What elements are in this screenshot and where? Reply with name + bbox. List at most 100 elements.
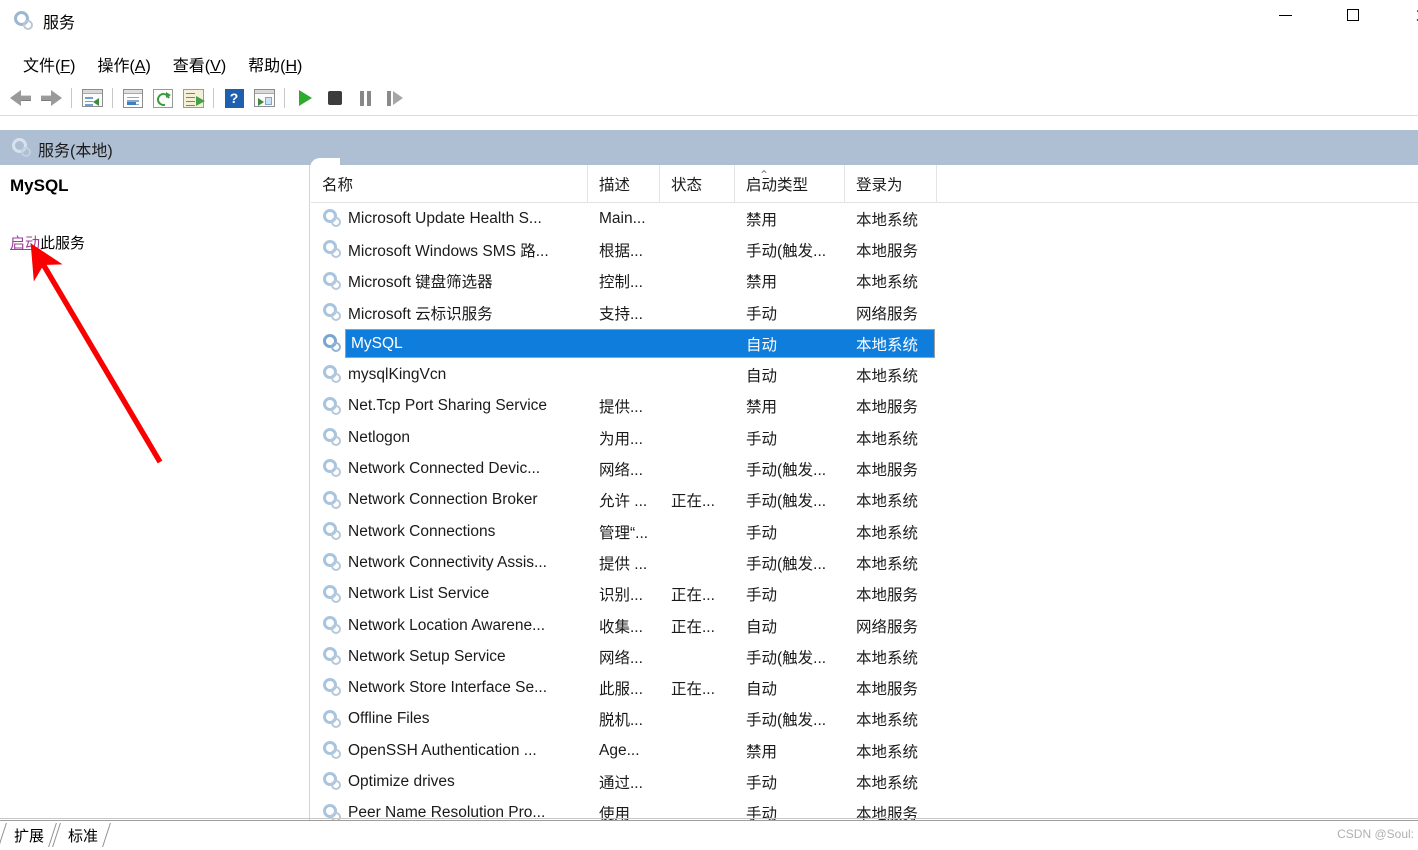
cell-service-name: OpenSSH Authentication ... bbox=[311, 735, 588, 766]
column-header-name[interactable]: 名称 bbox=[311, 165, 588, 202]
cell-description: Age... bbox=[588, 735, 660, 766]
table-row[interactable]: Network Connection Broker允许 ...正在...手动(触… bbox=[311, 485, 1418, 516]
cell-startup-type: 手动 bbox=[735, 297, 845, 328]
cell-startup-type: 手动 bbox=[735, 422, 845, 453]
table-row-selected[interactable]: MySQL 自动本地系统 bbox=[311, 328, 1418, 359]
column-header-status[interactable]: 状态 bbox=[660, 165, 735, 202]
table-row[interactable]: Offline Files脱机...手动(触发...本地系统 bbox=[311, 704, 1418, 735]
cell-startup-type: 手动 bbox=[735, 516, 845, 547]
services-gear-icon bbox=[14, 11, 34, 31]
menu-item-view[interactable]: 查看(V) bbox=[162, 50, 237, 78]
services-list-body[interactable]: Microsoft Update Health S...Main...禁用本地系… bbox=[311, 203, 1418, 820]
cell-log-on-as: 本地系统 bbox=[845, 516, 937, 547]
cell-status bbox=[660, 266, 735, 297]
cell-service-name: Network List Service bbox=[311, 579, 588, 610]
show-action-pane-icon bbox=[254, 89, 275, 107]
cell-log-on-as: 本地系统 bbox=[845, 547, 937, 578]
table-row[interactable]: Net.Tcp Port Sharing Service提供...禁用本地服务 bbox=[311, 391, 1418, 422]
cell-description: 控制... bbox=[588, 266, 660, 297]
toolbar-separator-2 bbox=[112, 88, 113, 108]
cell-log-on-as: 本地服务 bbox=[845, 798, 937, 820]
cell-log-on-as: 本地系统 bbox=[845, 328, 937, 359]
cell-status bbox=[660, 641, 735, 672]
cell-description: 为用... bbox=[588, 422, 660, 453]
cell-service-name: Network Location Awarene... bbox=[311, 610, 588, 641]
export-list-icon bbox=[183, 89, 204, 108]
table-row[interactable]: Microsoft 键盘筛选器控制...禁用本地系统 bbox=[311, 266, 1418, 297]
cell-description: 使用 bbox=[588, 798, 660, 820]
cell-status bbox=[660, 297, 735, 328]
show-hide-tree-button[interactable] bbox=[77, 84, 107, 112]
column-header-description[interactable]: 描述 bbox=[588, 165, 660, 202]
cell-startup-type: 手动(触发... bbox=[735, 234, 845, 265]
cell-log-on-as: 本地系统 bbox=[845, 422, 937, 453]
service-detail-pane: MySQL 启动此服务 bbox=[0, 165, 310, 820]
table-row[interactable]: Netlogon为用...手动本地系统 bbox=[311, 422, 1418, 453]
cell-status: 正在... bbox=[660, 485, 735, 516]
start-service-link[interactable]: 启动 bbox=[10, 235, 40, 252]
close-button[interactable] bbox=[1398, 0, 1418, 30]
table-row[interactable]: Network List Service识别...正在...手动本地服务 bbox=[311, 579, 1418, 610]
table-row[interactable]: Microsoft Update Health S...Main...禁用本地系… bbox=[311, 203, 1418, 234]
cell-service-name: Microsoft Windows SMS 路... bbox=[311, 234, 588, 265]
window-title: 服务 bbox=[43, 9, 75, 33]
tab-standard[interactable]: 标准 bbox=[54, 821, 108, 849]
table-row[interactable]: Peer Name Resolution Pro...使用 手动本地服务 bbox=[311, 798, 1418, 820]
minimize-button[interactable] bbox=[1262, 0, 1308, 30]
cell-service-name: Microsoft Update Health S... bbox=[311, 203, 588, 234]
help-button[interactable]: ? bbox=[219, 84, 249, 112]
column-header-log-on-as[interactable]: 登录为 bbox=[845, 165, 937, 202]
stop-service-button[interactable] bbox=[320, 84, 350, 112]
watermark-text: CSDN @Soul: bbox=[1337, 827, 1414, 841]
close-icon bbox=[1415, 9, 1418, 22]
table-row[interactable]: Optimize drives通过...手动本地系统 bbox=[311, 766, 1418, 797]
table-row[interactable]: Microsoft 云标识服务支持...手动网络服务 bbox=[311, 297, 1418, 328]
table-row[interactable]: Network Connections管理“...手动本地系统 bbox=[311, 516, 1418, 547]
service-action-suffix: 此服务 bbox=[40, 235, 85, 252]
export-list-button[interactable] bbox=[178, 84, 208, 112]
minimize-icon bbox=[1279, 15, 1292, 16]
cell-startup-type: 手动(触发... bbox=[735, 704, 845, 735]
tab-extended[interactable]: 扩展 bbox=[0, 821, 54, 849]
table-row[interactable]: OpenSSH Authentication ...Age...禁用本地系统 bbox=[311, 735, 1418, 766]
cell-service-name: Network Connectivity Assis... bbox=[311, 547, 588, 578]
cell-startup-type: 自动 bbox=[735, 328, 845, 359]
menu-item-help[interactable]: 帮助(H) bbox=[237, 50, 313, 78]
restart-service-button[interactable] bbox=[380, 84, 410, 112]
pause-service-button[interactable] bbox=[350, 84, 380, 112]
table-row[interactable]: Network Store Interface Se...此服...正在...自… bbox=[311, 672, 1418, 703]
services-local-gear-icon bbox=[12, 138, 32, 158]
cell-startup-type: 自动 bbox=[735, 610, 845, 641]
cell-log-on-as: 本地服务 bbox=[845, 672, 937, 703]
cell-service-name: Peer Name Resolution Pro... bbox=[311, 798, 588, 820]
properties-button[interactable] bbox=[118, 84, 148, 112]
cell-log-on-as: 本地服务 bbox=[845, 234, 937, 265]
cell-startup-type: 手动(触发... bbox=[735, 641, 845, 672]
column-header-startup-type[interactable]: 启动类型 bbox=[735, 165, 845, 202]
start-service-icon bbox=[299, 90, 312, 106]
table-row[interactable]: Network Location Awarene...收集...正在...自动网… bbox=[311, 610, 1418, 641]
table-row[interactable]: Microsoft Windows SMS 路...根据...手动(触发...本… bbox=[311, 234, 1418, 265]
window-title-bar: 服务 bbox=[0, 0, 1418, 44]
cell-service-name: Network Connections bbox=[311, 516, 588, 547]
forward-button[interactable] bbox=[36, 84, 66, 112]
cell-startup-type: 禁用 bbox=[735, 391, 845, 422]
cell-description: 支持... bbox=[588, 297, 660, 328]
table-row[interactable]: Network Setup Service网络...手动(触发...本地系统 bbox=[311, 641, 1418, 672]
cell-log-on-as: 本地系统 bbox=[845, 735, 937, 766]
show-action-pane-button[interactable] bbox=[249, 84, 279, 112]
refresh-button[interactable] bbox=[148, 84, 178, 112]
back-button[interactable] bbox=[6, 84, 36, 112]
start-service-button[interactable] bbox=[290, 84, 320, 112]
table-row[interactable]: mysqlKingVcn自动本地系统 bbox=[311, 359, 1418, 390]
menu-item-action[interactable]: 操作(A) bbox=[86, 50, 161, 78]
table-row[interactable]: Network Connectivity Assis...提供 ...手动(触发… bbox=[311, 547, 1418, 578]
cell-service-name: MySQL bbox=[311, 328, 588, 359]
table-row[interactable]: Network Connected Devic...网络...手动(触发...本… bbox=[311, 453, 1418, 484]
restart-service-icon bbox=[387, 91, 403, 106]
cell-startup-type: 手动 bbox=[735, 798, 845, 820]
cell-startup-type: 手动 bbox=[735, 579, 845, 610]
maximize-button[interactable] bbox=[1330, 0, 1376, 30]
menu-item-file[interactable]: 文件(F) bbox=[12, 50, 86, 78]
services-list-pane: 名称 ⌃ 描述 状态 启动类型 登录为 Microsoft Update Hea… bbox=[311, 165, 1418, 820]
